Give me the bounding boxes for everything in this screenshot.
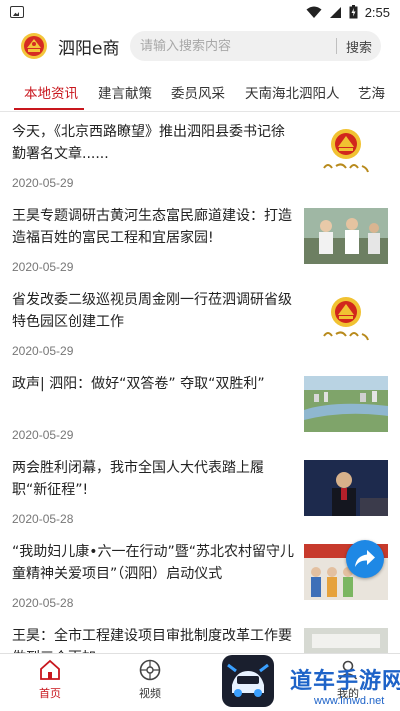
signal-icon	[329, 6, 341, 18]
active-tab-indicator	[14, 108, 84, 110]
news-thumbnail	[304, 292, 388, 348]
news-title: 今天，《北京西路瞭望》推出泗阳县委书记徐勤署名文章......	[12, 124, 285, 162]
news-item[interactable]: 两会胜利闭幕，我市全国人大代表踏上履职“新征程”! 2020-05-28	[0, 448, 400, 532]
delegate-podium-photo	[304, 460, 388, 516]
share-button[interactable]	[346, 540, 384, 578]
app-title: 泗阳e商	[58, 39, 120, 59]
battery-icon	[349, 5, 358, 19]
cppcc-logo-image	[304, 292, 388, 348]
nav-video[interactable]: 视频	[120, 658, 180, 701]
news-date: 2020-05-29	[12, 428, 74, 442]
news-item[interactable]: 政声| 泗阳：做好“双答卷” 夺取“双胜利” 2020-05-29	[0, 364, 400, 448]
category-tabs: 本地资讯 建言献策 委员风采 天南海北泗阳人 艺海	[0, 70, 400, 112]
news-title: 政声| 泗阳：做好“双答卷” 夺取“双胜利”	[12, 376, 265, 392]
news-item[interactable]: 省发改委二级巡视员周金刚一行莅泗调研省级特色园区创建工作 2020-05-29	[0, 280, 400, 364]
nav-home[interactable]: 首页	[20, 658, 80, 701]
news-date: 2020-05-28	[12, 512, 74, 526]
tab-member-profiles[interactable]: 委员风采	[171, 82, 225, 102]
news-date: 2020-05-29	[12, 344, 74, 358]
news-date: 2020-05-28	[12, 596, 74, 610]
search-bar: 搜索	[130, 31, 381, 61]
news-title: 两会胜利闭幕，我市全国人大代表踏上履职“新征程”!	[12, 460, 264, 498]
watermark-text: 道车手游网	[290, 669, 400, 694]
tab-suggestions[interactable]: 建言献策	[98, 82, 152, 102]
search-button[interactable]: 搜索	[337, 37, 381, 56]
share-arrow-icon	[355, 550, 375, 567]
tab-siyang-people[interactable]: 天南海北泗阳人	[245, 82, 340, 102]
video-icon	[139, 659, 161, 681]
wifi-icon	[306, 6, 322, 18]
officials-photo	[304, 208, 388, 264]
tab-local-news[interactable]: 本地资讯	[24, 82, 78, 102]
watermark-overlay: 道车手游网 www.lmwd.net	[222, 655, 400, 711]
news-item[interactable]: “我助妇儿康•六一在行动”暨“苏北农村留守儿童精神关爱项目”（泗阳）启动仪式 2…	[0, 532, 400, 616]
news-thumbnail	[304, 460, 388, 516]
cppcc-logo-image	[304, 124, 388, 180]
cppcc-emblem-icon[interactable]	[20, 32, 48, 60]
news-item[interactable]: 王昊专题调研古黄河生态富民廊道建设：打造造福百姓的富民工程和宜居家园! 2020…	[0, 196, 400, 280]
tab-arts[interactable]: 艺海	[358, 82, 385, 102]
news-thumbnail	[304, 208, 388, 264]
home-icon	[40, 659, 60, 680]
watermark-car-logo	[222, 655, 274, 707]
nav-video-label: 视频	[139, 687, 161, 700]
news-thumbnail	[304, 124, 388, 180]
news-date: 2020-05-29	[12, 260, 74, 274]
status-bar: 2:55	[0, 0, 400, 24]
news-thumbnail	[304, 376, 388, 432]
nav-home-label: 首页	[39, 687, 61, 700]
search-input[interactable]	[130, 31, 336, 61]
clock-text: 2:55	[364, 4, 390, 20]
news-date: 2020-05-29	[12, 176, 74, 190]
aerial-city-photo	[304, 376, 388, 432]
gallery-notification-icon	[10, 6, 24, 18]
news-title: 王昊专题调研古黄河生态富民廊道建设：打造造福百姓的富民工程和宜居家园!	[12, 208, 292, 246]
news-title: 省发改委二级巡视员周金刚一行莅泗调研省级特色园区创建工作	[12, 292, 292, 330]
news-title: “我助妇儿康•六一在行动”暨“苏北农村留守儿童精神关爱项目”（泗阳）启动仪式	[12, 544, 295, 582]
app-header: 泗阳e商 搜索	[0, 24, 400, 68]
watermark-url: www.lmwd.net	[314, 695, 385, 707]
news-item[interactable]: 今天，《北京西路瞭望》推出泗阳县委书记徐勤署名文章...... 2020-05-…	[0, 112, 400, 196]
